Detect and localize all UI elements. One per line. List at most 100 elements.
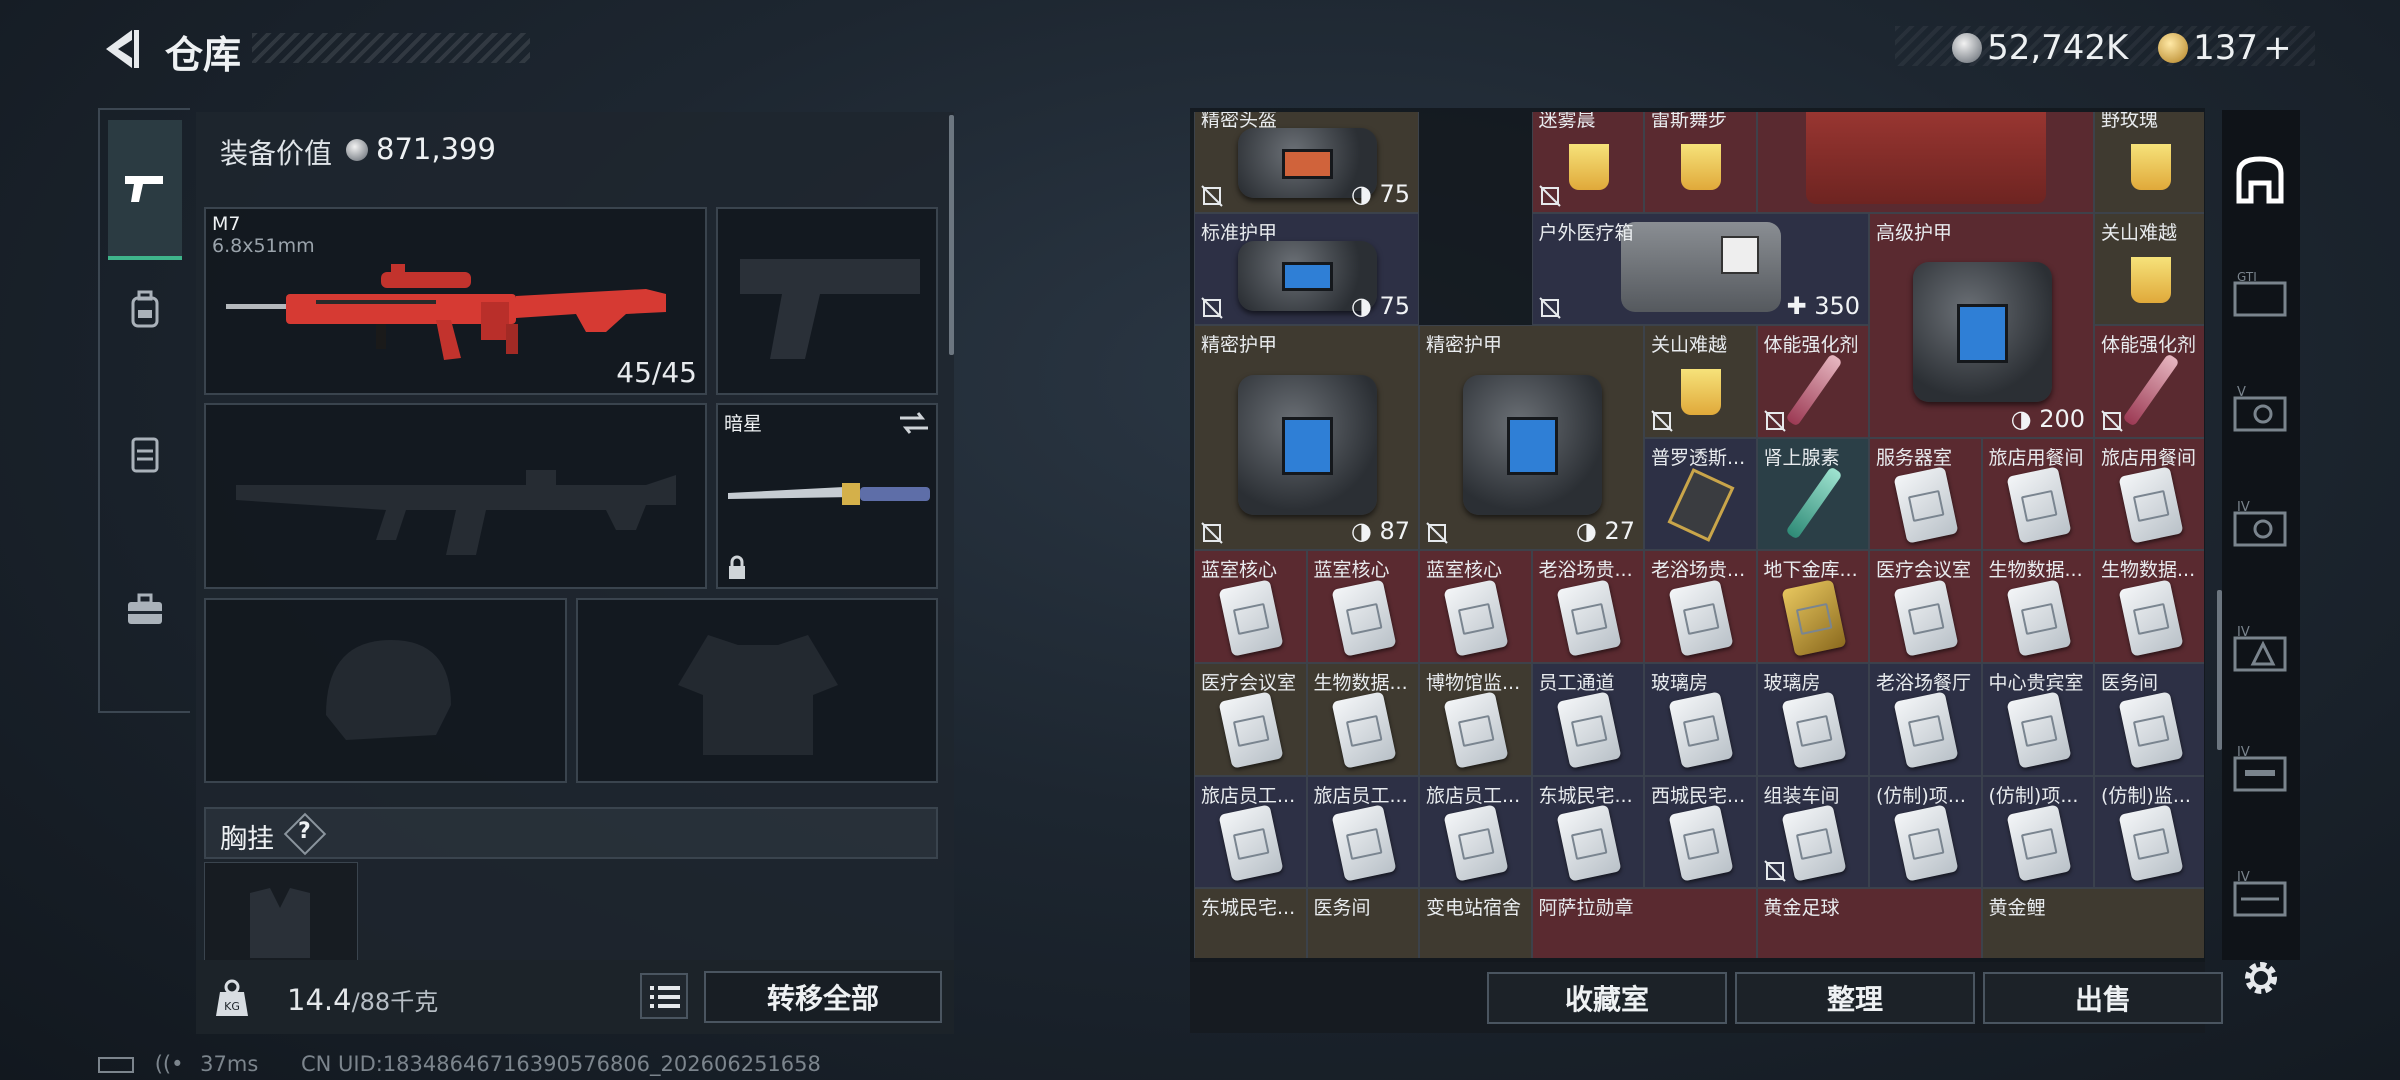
- stash-item[interactable]: 医务间: [2094, 663, 2204, 776]
- list-view-button[interactable]: [640, 973, 688, 1019]
- stash-item[interactable]: 中心贵宾室: [1981, 663, 2094, 776]
- stash-item[interactable]: 旅店员工...: [1306, 775, 1419, 889]
- tab-stash-gti[interactable]: GTI: [2226, 245, 2294, 345]
- chest-rig-slot[interactable]: [204, 862, 358, 962]
- armor-bag-image: [1912, 262, 2053, 402]
- organize-button[interactable]: 整理: [1735, 972, 1975, 1024]
- item-name: 关山难越: [2101, 221, 2178, 244]
- stash-item[interactable]: 博物馆监...: [1419, 663, 1532, 776]
- primary-weapon-slot[interactable]: M7 6.8x51mm 45/45: [204, 207, 707, 395]
- stash-item[interactable]: 生物数据...: [2094, 550, 2204, 663]
- gold-add-icon[interactable]: +: [2263, 28, 2292, 68]
- tab-stash-iv-c[interactable]: IV: [2226, 720, 2294, 820]
- no-insure-icon: [1538, 297, 1561, 319]
- syringe-image: [2122, 353, 2180, 428]
- stash-item[interactable]: 蓝室核心: [1194, 550, 1307, 663]
- tab-stash-main[interactable]: [2226, 130, 2294, 230]
- stash-item[interactable]: 旅店员工...: [1194, 775, 1307, 889]
- shield-icon: ◑: [1350, 292, 1380, 321]
- stash-item[interactable]: 阿萨拉勋章: [1531, 888, 1757, 958]
- swap-icon[interactable]: [898, 411, 930, 435]
- stash-item[interactable]: 普罗透斯...: [1644, 437, 1757, 551]
- tab-stash-iv-a[interactable]: IV: [2226, 475, 2294, 575]
- stash-item[interactable]: 雷斯舞步: [1644, 112, 1757, 213]
- title-decoration: [252, 33, 530, 63]
- stash-item[interactable]: 关山难越: [1644, 325, 1757, 438]
- stash-item[interactable]: 野玫瑰: [2094, 112, 2204, 213]
- help-icon[interactable]: ?: [298, 819, 311, 844]
- stash-item[interactable]: 关山难越: [2094, 212, 2204, 326]
- stash-item[interactable]: 组装车间: [1756, 775, 1869, 889]
- stash-item[interactable]: 老浴场餐厅: [1869, 663, 1982, 776]
- stash-item[interactable]: 变电站宿舍: [1419, 888, 1532, 958]
- nav-case[interactable]: [108, 570, 182, 650]
- stash-item[interactable]: 西城民宅...: [1644, 775, 1757, 889]
- back-arrow-icon[interactable]: [98, 26, 142, 72]
- stash-item[interactable]: 玻璃房: [1644, 663, 1757, 776]
- stash-item[interactable]: 旅店用餐间: [2094, 437, 2204, 551]
- stash-item[interactable]: 老浴场贵...: [1531, 550, 1644, 663]
- gti-case-icon: GTI: [2233, 270, 2287, 317]
- collection-room-button[interactable]: 收藏室: [1487, 972, 1727, 1024]
- stash-item[interactable]: 蓝室核心: [1419, 550, 1532, 663]
- transfer-all-button[interactable]: 转移全部: [704, 971, 942, 1023]
- item-name: 服务器室: [1876, 446, 1953, 469]
- shield-icon: ◑: [1350, 517, 1380, 546]
- item-name: 迷雾晨: [1538, 112, 1596, 131]
- stash-item[interactable]: 生物数据...: [1981, 550, 2094, 663]
- stash-item[interactable]: 户外医疗箱 ✚ 350: [1531, 212, 1869, 326]
- stash-item[interactable]: 医疗会议室: [1194, 663, 1307, 776]
- stash-item[interactable]: 旅店员工...: [1419, 775, 1532, 889]
- stash-item-medical-case[interactable]: [1756, 112, 2094, 213]
- stash-item[interactable]: 地下金库...: [1756, 550, 1869, 663]
- stash-item[interactable]: 医务间: [1306, 888, 1419, 958]
- syringe-image: [1785, 353, 1843, 428]
- tab-stash-v[interactable]: V: [2226, 360, 2294, 460]
- stash-item[interactable]: 员工通道: [1531, 663, 1644, 776]
- nav-weapons[interactable]: [108, 120, 182, 260]
- stash-item[interactable]: 高级护甲 ◑ 200: [1869, 212, 2094, 438]
- sell-button[interactable]: 出售: [1983, 972, 2223, 1024]
- stash-item[interactable]: 生物数据...: [1306, 663, 1419, 776]
- stash-item[interactable]: 黄金鲤: [1981, 888, 2204, 958]
- stash-item[interactable]: 精密护甲 ◑ 87: [1194, 325, 1419, 551]
- stash-item[interactable]: (仿制)监...: [2094, 775, 2204, 889]
- stash-item[interactable]: (仿制)项...: [1869, 775, 1982, 889]
- stash-item[interactable]: 老浴场贵...: [1644, 550, 1757, 663]
- secondary-weapon-slot[interactable]: [716, 207, 938, 395]
- item-name: 旅店员工...: [1313, 784, 1408, 807]
- stash-item[interactable]: 蓝室核心: [1306, 550, 1419, 663]
- helmet-slot[interactable]: [204, 598, 567, 783]
- stash-item[interactable]: 医疗会议室: [1869, 550, 1982, 663]
- secondary-rifle-slot[interactable]: [204, 403, 707, 589]
- melee-weapon-slot[interactable]: 暗星: [716, 403, 938, 589]
- stash-item[interactable]: (仿制)项...: [1981, 775, 2094, 889]
- ammo-count: 45/45: [616, 356, 697, 389]
- settings-gear-icon[interactable]: [2238, 955, 2284, 1001]
- no-insure-icon: [1201, 522, 1223, 545]
- stash-item[interactable]: 体能强化剂: [2094, 325, 2204, 438]
- stash-item[interactable]: 东城民宅...: [1531, 775, 1644, 889]
- weight-icon: KG: [216, 979, 248, 1016]
- stash-item[interactable]: 旅店用餐间: [1981, 437, 2094, 551]
- stash-item[interactable]: 服务器室: [1869, 437, 1982, 551]
- nav-backpack[interactable]: [108, 270, 182, 350]
- body-armor-slot[interactable]: [576, 598, 938, 783]
- tab-stash-iv-d[interactable]: IV: [2226, 845, 2294, 945]
- stash-item[interactable]: 黄金足球: [1756, 888, 1982, 958]
- stash-item[interactable]: 精密头盔 ◑ 75: [1194, 112, 1419, 213]
- keycard-image: [2006, 466, 2072, 544]
- stash-item[interactable]: 玻璃房: [1756, 663, 1869, 776]
- stash-item[interactable]: 标准护甲 ◑ 75: [1194, 212, 1419, 326]
- stash-item[interactable]: 肾上腺素: [1756, 437, 1869, 551]
- stash-item[interactable]: 精密护甲 ◑ 27: [1419, 325, 1644, 551]
- tab-stash-iv-b[interactable]: IV: [2226, 600, 2294, 700]
- item-name: 西城民宅...: [1651, 784, 1746, 807]
- wifi-icon: ((•: [154, 1052, 184, 1076]
- gold-currency[interactable]: 137 +: [2158, 28, 2292, 68]
- stash-item[interactable]: 迷雾晨: [1531, 112, 1644, 213]
- vest-icon: [131, 437, 159, 473]
- nav-rig[interactable]: [108, 415, 182, 495]
- stash-item[interactable]: 东城民宅...: [1194, 888, 1307, 958]
- stash-item[interactable]: 体能强化剂: [1756, 325, 1869, 438]
